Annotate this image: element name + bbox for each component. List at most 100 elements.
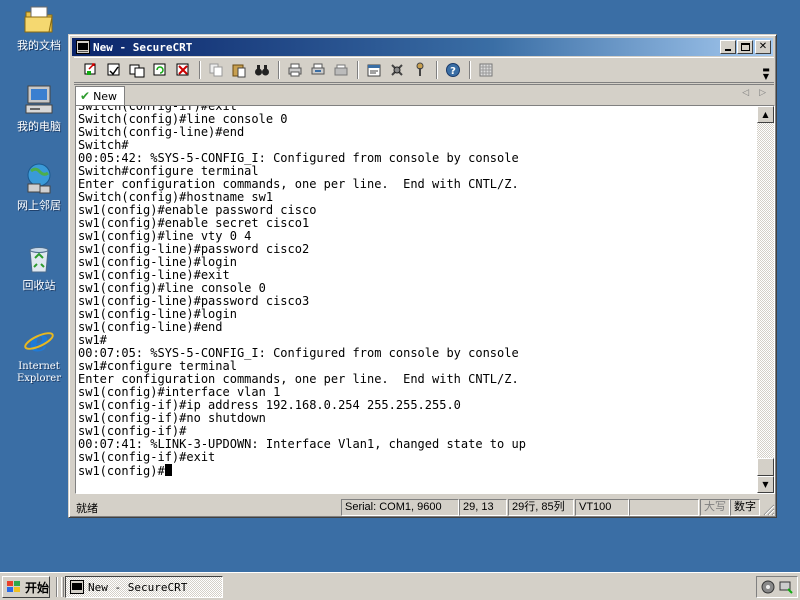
desktop-icon-recycle-bin[interactable]: 回收站 bbox=[6, 242, 72, 292]
securecrt-app-icon bbox=[76, 40, 90, 54]
terminal-cursor bbox=[164, 464, 172, 476]
desktop-icon-label: Explorer bbox=[16, 373, 62, 384]
terminal-line: sw1(config-if)#exit bbox=[78, 450, 216, 464]
status-rows-cols: 29行, 85列 bbox=[508, 499, 574, 516]
terminal-output[interactable]: Switch(config-if)#exit Switch(config)#lin… bbox=[77, 106, 757, 493]
disconnect-button[interactable] bbox=[172, 60, 194, 80]
toolbar-overflow-chevron-icon[interactable]: ▬ ▼ bbox=[761, 66, 771, 81]
reconnect-button[interactable] bbox=[149, 60, 171, 80]
status-ready: 就绪 bbox=[76, 502, 98, 515]
network-places-icon bbox=[27, 163, 51, 194]
global-options-button[interactable] bbox=[386, 60, 408, 80]
securecrt-window: New - SecureCRT ✕ ? ▬ ▼ ✔ New ◁ ▷ Switch… bbox=[68, 34, 777, 518]
desktop-icon-label: 我的电脑 bbox=[17, 120, 61, 133]
help-button[interactable]: ? bbox=[442, 60, 464, 80]
print-setup-button[interactable] bbox=[330, 60, 352, 80]
svg-text:e: e bbox=[29, 324, 48, 357]
connect-in-tab-button[interactable] bbox=[126, 60, 148, 80]
session-options-icon bbox=[367, 64, 381, 77]
close-icon: ✕ bbox=[758, 41, 768, 52]
paste-button[interactable] bbox=[228, 60, 250, 80]
tab-scroll-right-icon[interactable]: ▷ bbox=[759, 88, 766, 98]
toolbar: ? ▬ ▼ bbox=[74, 57, 774, 83]
terminal-frame: Switch(config-if)#exit Switch(config)#lin… bbox=[75, 105, 775, 494]
terminal-scrollbar[interactable]: ▲ ▼ bbox=[757, 106, 774, 493]
terminal-line: Switch(config-line)#end bbox=[78, 125, 245, 139]
status-cursor-position: 29, 13 bbox=[459, 499, 507, 516]
status-emulation: VT100 bbox=[575, 499, 629, 516]
session-tab-new[interactable]: ✔ New bbox=[75, 86, 125, 105]
minimize-button[interactable] bbox=[720, 40, 736, 54]
desktop-icon-my-computer[interactable]: 我的电脑 bbox=[6, 83, 72, 133]
start-button[interactable]: 开始 bbox=[2, 576, 50, 598]
connected-check-icon: ✔ bbox=[80, 89, 91, 103]
taskbar: 开始 New - SecureCRT bbox=[0, 572, 800, 600]
print-selection-icon bbox=[311, 63, 325, 75]
scrollbar-thumb[interactable] bbox=[757, 458, 774, 476]
help-icon: ? bbox=[446, 63, 460, 77]
tab-scroll-left-icon[interactable]: ◁ bbox=[742, 88, 749, 98]
keypad-icon bbox=[479, 63, 493, 77]
connect-button[interactable] bbox=[80, 60, 102, 80]
copy-button[interactable] bbox=[205, 60, 227, 80]
scroll-up-button[interactable]: ▲ bbox=[757, 106, 774, 123]
securecrt-app-icon bbox=[70, 580, 84, 594]
status-num-lock: 数字 bbox=[730, 499, 760, 516]
desktop-icon-network-places[interactable]: 网上邻居 bbox=[6, 162, 72, 212]
desktop-icon-label: 我的文档 bbox=[17, 39, 61, 52]
tab-bar: ✔ New ◁ ▷ bbox=[74, 84, 774, 105]
tab-scroll-arrows: ◁ ▷ bbox=[742, 88, 766, 98]
tray-network-icon[interactable] bbox=[760, 579, 776, 595]
find-button[interactable] bbox=[251, 60, 273, 80]
tab-label: New bbox=[93, 89, 118, 103]
toolbar-separator bbox=[278, 61, 280, 79]
taskbar-button-securecrt[interactable]: New - SecureCRT bbox=[65, 576, 223, 598]
recycle-bin-icon bbox=[29, 247, 49, 273]
minimize-icon bbox=[725, 49, 731, 51]
desktop-icon-label: 回收站 bbox=[22, 279, 56, 292]
tray-monitor-icon[interactable] bbox=[778, 579, 794, 595]
window-title: New - SecureCRT bbox=[93, 40, 193, 54]
title-bar[interactable]: New - SecureCRT ✕ bbox=[72, 38, 773, 56]
start-label: 开始 bbox=[25, 580, 50, 595]
my-computer-icon bbox=[25, 85, 53, 114]
printer-icon bbox=[334, 64, 348, 76]
gear-icon bbox=[391, 64, 403, 76]
scroll-down-button[interactable]: ▼ bbox=[757, 476, 774, 493]
svg-text:?: ? bbox=[450, 66, 456, 77]
desktop-icon-my-documents[interactable]: 我的文档 bbox=[6, 2, 72, 52]
print-button[interactable] bbox=[284, 60, 306, 80]
keymap-button[interactable] bbox=[409, 60, 431, 80]
close-button[interactable]: ✕ bbox=[755, 40, 771, 54]
resize-grip-icon[interactable] bbox=[763, 504, 775, 516]
maximize-icon bbox=[740, 43, 750, 51]
status-empty bbox=[629, 499, 699, 516]
terminal-prompt-line: sw1(config)# bbox=[78, 464, 757, 478]
session-options-button[interactable] bbox=[363, 60, 385, 80]
disconnect-icon bbox=[176, 63, 189, 76]
desktop-icon-label: 网上邻居 bbox=[17, 199, 61, 212]
toolbar-separator bbox=[199, 61, 201, 79]
internet-explorer-icon: e bbox=[24, 324, 54, 357]
windows-logo-icon bbox=[7, 581, 20, 592]
status-caps-lock: 大写 bbox=[700, 499, 730, 516]
print-icon bbox=[288, 63, 302, 77]
taskbar-button-label: New - SecureCRT bbox=[88, 580, 188, 594]
connect-icon bbox=[84, 63, 96, 75]
quick-connect-button[interactable] bbox=[103, 60, 125, 80]
taskbar-separator bbox=[56, 577, 58, 597]
copy-icon bbox=[209, 63, 223, 77]
desktop-icon-internet-explorer[interactable]: e Internet Explorer bbox=[6, 323, 72, 385]
status-connection: Serial: COM1, 9600 bbox=[341, 499, 459, 516]
maximize-button[interactable] bbox=[737, 40, 753, 54]
connect-in-tab-icon bbox=[129, 64, 145, 78]
binoculars-icon bbox=[255, 65, 269, 76]
terminal-prompt: sw1(config)# bbox=[78, 464, 165, 478]
paste-icon bbox=[232, 64, 246, 78]
quicklaunch-grip[interactable] bbox=[61, 577, 64, 597]
status-bar: 就绪 Serial: COM1, 9600 29, 13 29行, 85列 VT… bbox=[72, 497, 776, 517]
reconnect-icon bbox=[153, 63, 166, 76]
keypad-button[interactable] bbox=[475, 60, 497, 80]
toolbar-separator bbox=[469, 61, 471, 79]
print-selection-button[interactable] bbox=[307, 60, 329, 80]
